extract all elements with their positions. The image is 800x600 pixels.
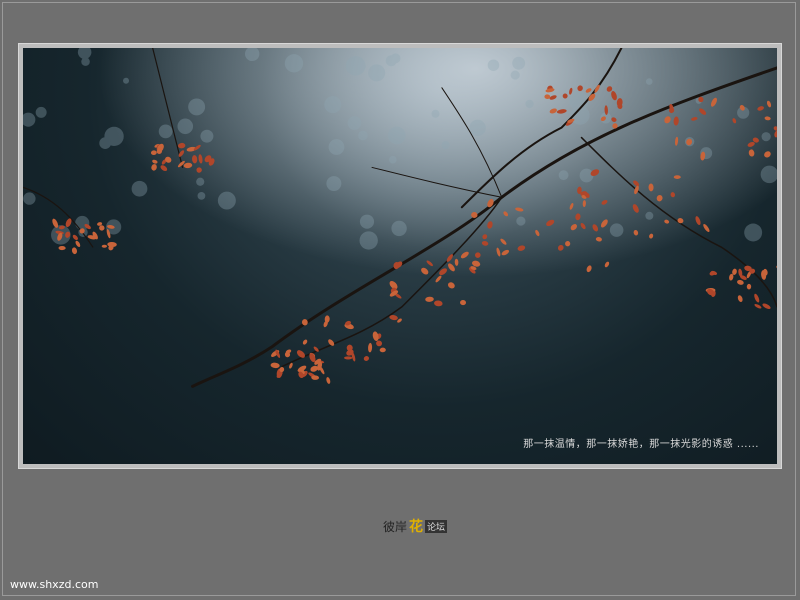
autumn-branches-icon — [23, 48, 777, 464]
logo-text-right: 论坛 — [425, 519, 448, 533]
logo-text-left: 彼岸 — [383, 519, 408, 534]
photo-frame: 那一抹温情，那一抹娇艳，那一抹光影的诱惑 ...... — [18, 43, 782, 469]
photo-caption: 那一抹温情，那一抹娇艳，那一抹光影的诱惑 ...... — [523, 439, 759, 450]
logo-flower-mark: 花 — [409, 519, 424, 535]
forum-logo: 彼岸 花 论坛 — [383, 516, 448, 536]
site-url: www.shxzd.com — [10, 578, 99, 591]
photo: 那一抹温情，那一抹娇艳，那一抹光影的诱惑 ...... — [23, 48, 777, 464]
